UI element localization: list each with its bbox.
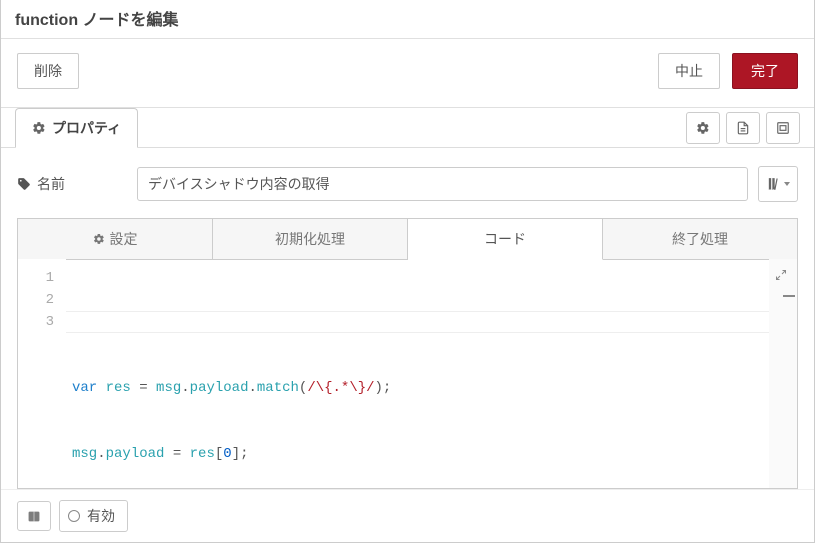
tab-properties[interactable]: プロパティ xyxy=(15,108,138,148)
gear-icon xyxy=(93,233,105,245)
sub-tab-close[interactable]: 終了処理 xyxy=(603,218,798,260)
main-tabs: プロパティ xyxy=(1,108,814,148)
document-icon xyxy=(736,121,750,135)
line-number: 2 xyxy=(26,289,54,311)
name-row: 名前 xyxy=(17,166,798,202)
sub-tab-settings-label: 設定 xyxy=(110,229,138,249)
name-label: 名前 xyxy=(17,174,137,194)
chevron-down-icon xyxy=(784,182,790,186)
tab-spacer xyxy=(138,108,680,147)
action-bar: 削除 中止 完了 xyxy=(1,39,814,108)
code-line: msg.payload = res[0]; xyxy=(72,443,763,465)
cancel-button[interactable]: 中止 xyxy=(658,53,720,89)
node-settings-button[interactable] xyxy=(686,112,720,144)
sub-tab-init-label: 初期化処理 xyxy=(275,229,345,249)
books-icon xyxy=(766,177,781,191)
sub-tab-code[interactable]: コード xyxy=(408,218,603,260)
book-icon xyxy=(27,510,41,523)
function-sub-tabs: 設定 初期化処理 コード 終了処理 xyxy=(17,218,798,260)
tab-properties-label: プロパティ xyxy=(52,118,121,138)
gear-icon xyxy=(32,121,46,135)
code-content: var res = msg.payload.match(/\{.*\}/); m… xyxy=(72,333,763,489)
sub-tab-code-label: コード xyxy=(484,229,526,249)
line-number: 1 xyxy=(26,267,54,289)
edit-panel: function ノードを編集 削除 中止 完了 プロパティ xyxy=(0,0,815,543)
line-number: 3 xyxy=(26,311,54,333)
page-title: function ノードを編集 xyxy=(15,6,800,30)
circle-icon xyxy=(68,510,80,522)
tag-icon xyxy=(17,177,31,191)
show-info-button[interactable] xyxy=(17,501,51,531)
node-description-button[interactable] xyxy=(726,112,760,144)
gear-icon xyxy=(696,121,710,135)
minimap[interactable] xyxy=(769,259,797,488)
node-appearance-button[interactable] xyxy=(766,112,800,144)
sub-tab-settings[interactable]: 設定 xyxy=(17,218,213,260)
name-label-text: 名前 xyxy=(37,174,65,194)
expand-panel-icon xyxy=(776,121,790,135)
panel-footer: 有効 xyxy=(1,489,814,542)
library-dropdown-button[interactable] xyxy=(758,166,798,202)
enabled-toggle[interactable]: 有効 xyxy=(59,500,128,532)
current-line-highlight xyxy=(66,311,769,333)
name-input[interactable] xyxy=(137,167,748,201)
expand-icon xyxy=(775,269,787,281)
sub-tab-init[interactable]: 初期化処理 xyxy=(213,218,408,260)
expand-editor-button[interactable] xyxy=(771,265,791,285)
minimap-marker xyxy=(783,295,795,297)
code-editor[interactable]: 1 2 3 var res = msg.payload.match(/\{.*\… xyxy=(17,259,798,489)
sub-tab-close-label: 終了処理 xyxy=(672,229,728,249)
panel-header: function ノードを編集 xyxy=(1,0,814,39)
delete-button[interactable]: 削除 xyxy=(17,53,79,89)
code-area[interactable]: var res = msg.payload.match(/\{.*\}/); m… xyxy=(66,259,769,488)
panel-body: 名前 設定 初期化処理 コード xyxy=(1,148,814,489)
code-line: var res = msg.payload.match(/\{.*\}/); xyxy=(72,377,763,399)
enabled-label: 有効 xyxy=(87,506,115,526)
line-number-gutter: 1 2 3 xyxy=(18,259,66,488)
done-button[interactable]: 完了 xyxy=(732,53,798,89)
